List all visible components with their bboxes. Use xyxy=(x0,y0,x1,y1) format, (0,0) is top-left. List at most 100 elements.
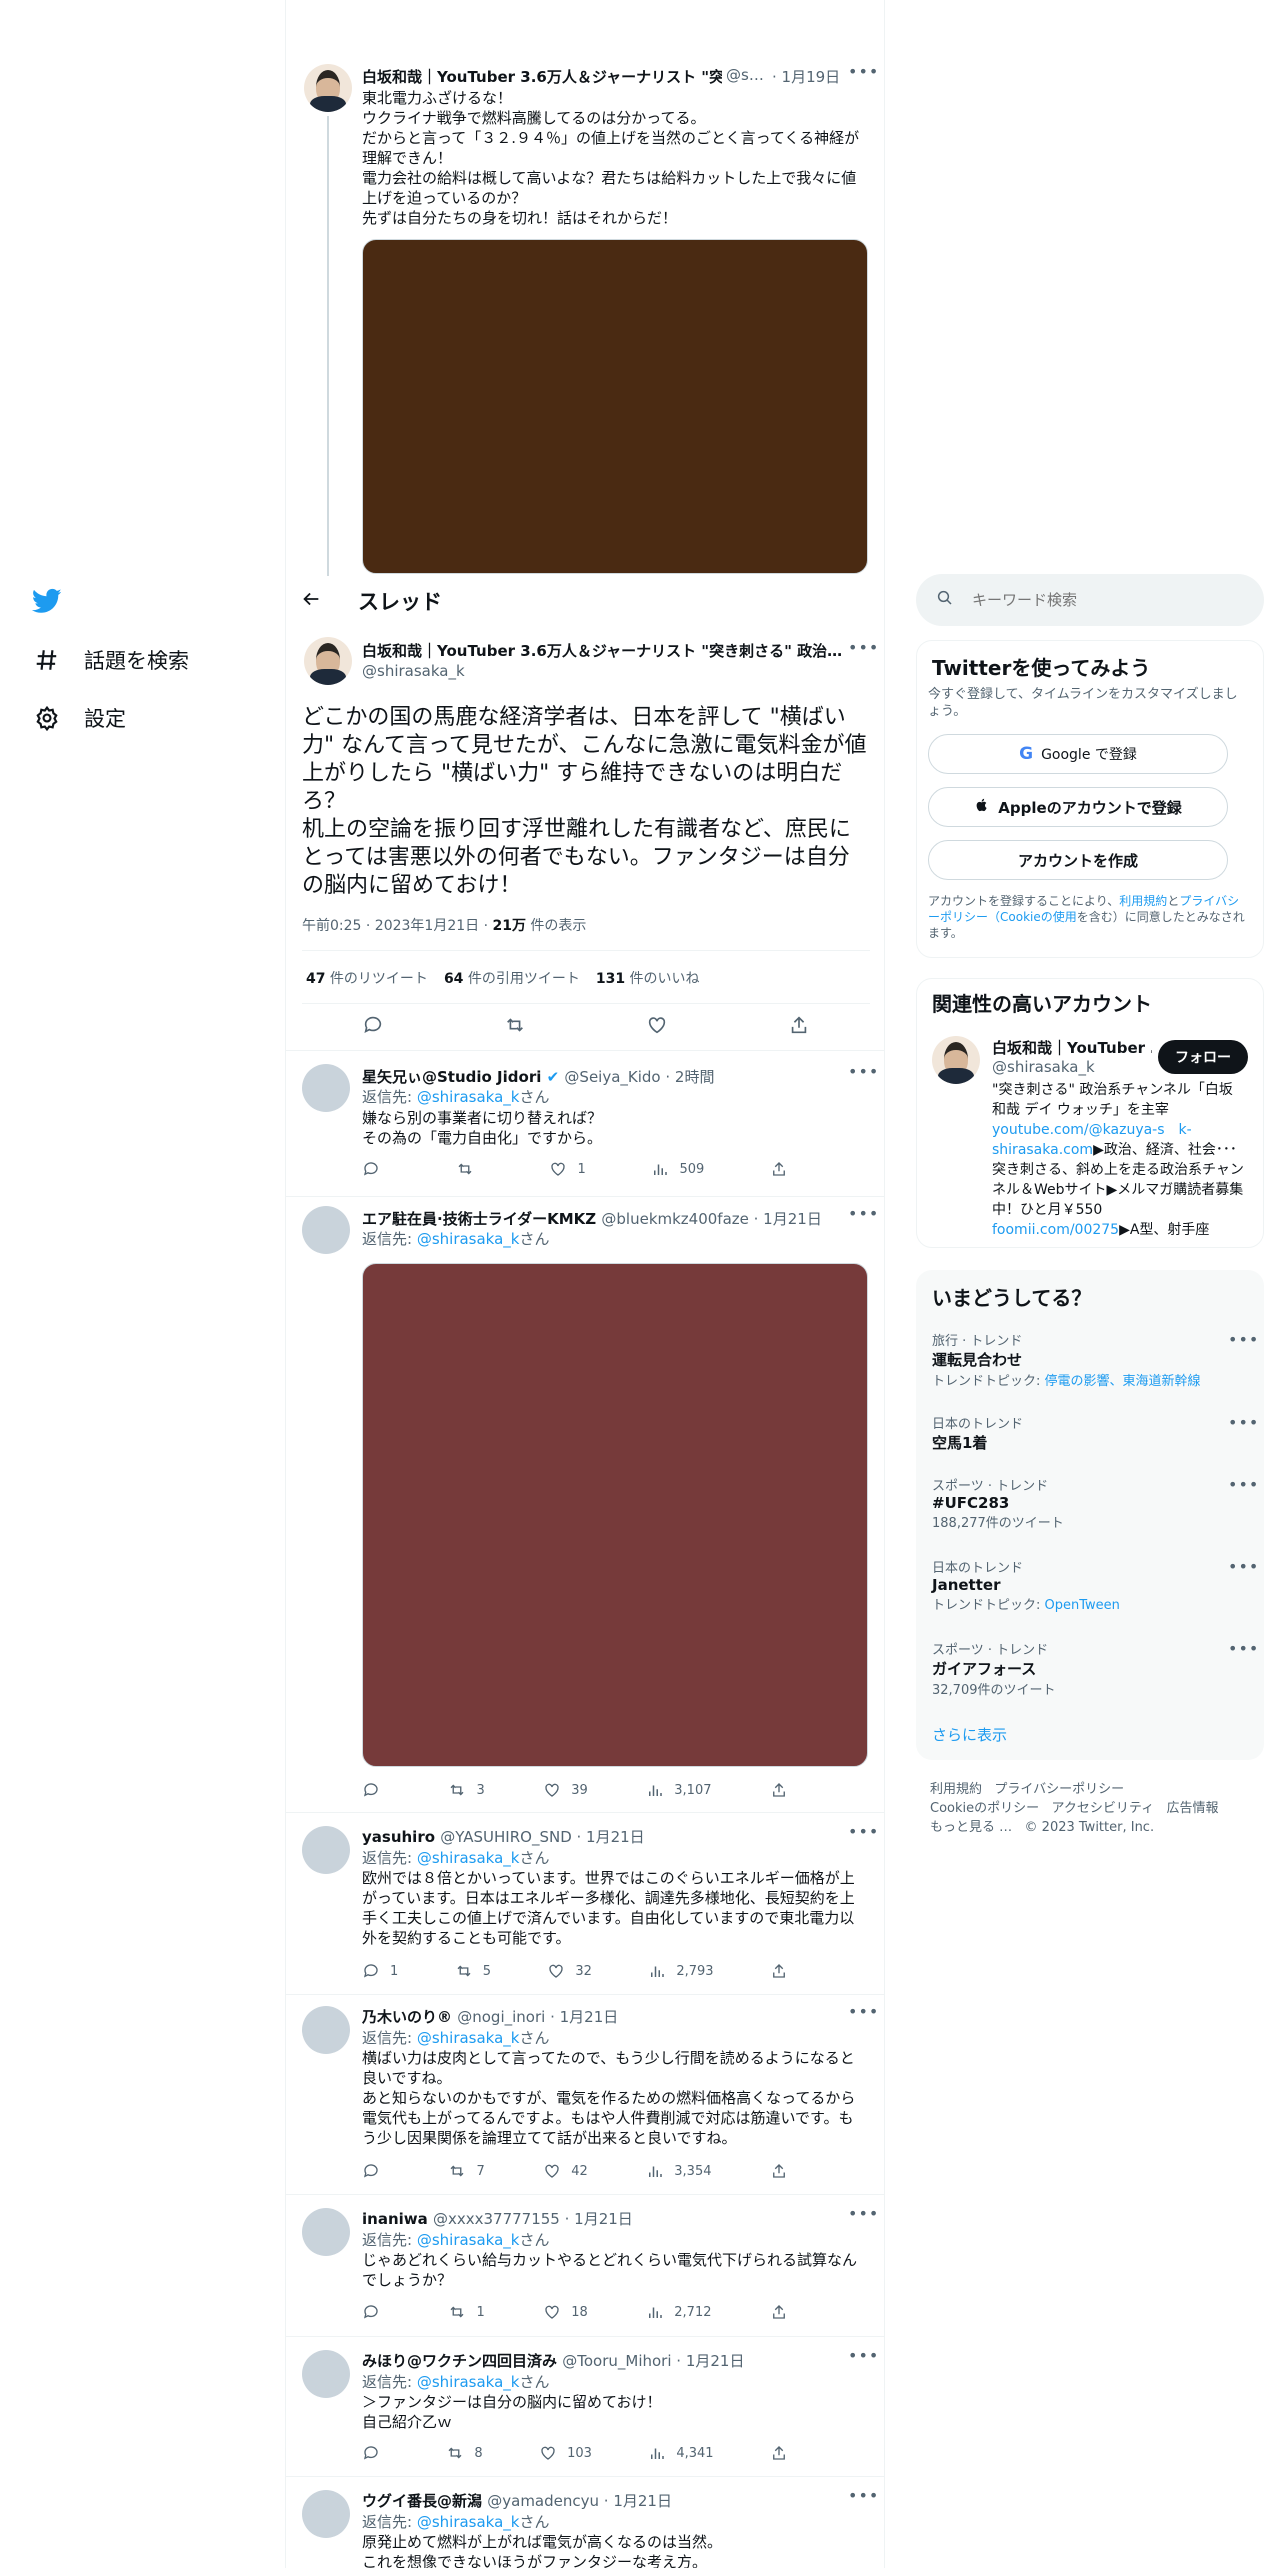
back-arrow-icon[interactable] xyxy=(300,588,326,614)
twitter-logo-icon[interactable] xyxy=(31,586,62,616)
retweet-button[interactable] xyxy=(456,1160,484,1178)
more-icon[interactable]: ••• xyxy=(848,2486,879,2505)
bio-link[interactable]: foomii.com/00275 xyxy=(992,1222,1119,1238)
tweet-author-handle[interactable]: @shirasaka_k xyxy=(362,662,465,680)
avatar[interactable] xyxy=(304,64,352,112)
footer-link[interactable]: 広告情報 xyxy=(1167,1801,1219,1816)
more-icon[interactable]: ••• xyxy=(1228,1557,1259,1576)
reply-media[interactable] xyxy=(362,1263,868,1767)
views-button[interactable]: 4,341 xyxy=(648,2444,714,2462)
terms-link[interactable]: 利用規約 xyxy=(1119,894,1167,908)
views-button[interactable]: 3,354 xyxy=(646,2162,712,2180)
reply-author-name[interactable]: yasuhiro @YASUHIRO_SND · 1月21日 xyxy=(362,1826,645,1847)
reply-to-link[interactable]: @shirasaka_k xyxy=(417,1088,520,1106)
like-button[interactable]: 103 xyxy=(539,2444,592,2462)
likes-stat[interactable]: 131 件のいいね xyxy=(596,968,700,988)
more-icon[interactable]: ••• xyxy=(1228,1475,1259,1494)
tweet-timestamp[interactable]: 午前0:25 · 2023年1月21日 · 21万 件の表示 xyxy=(302,915,586,935)
trend-item[interactable]: 旅行 · トレンド 運転見合わせ トレンドトピック: 停電の影響、東海道新幹線 xyxy=(932,1330,1252,1389)
tweet-media[interactable] xyxy=(362,239,868,574)
reply-icon[interactable] xyxy=(362,1014,384,1040)
more-icon[interactable]: ••• xyxy=(1228,1330,1259,1349)
share-icon[interactable] xyxy=(788,1014,810,1040)
reply-button[interactable] xyxy=(362,1160,390,1178)
views-button[interactable]: 509 xyxy=(651,1160,704,1178)
google-signup-button[interactable]: G Google で登録 xyxy=(928,734,1228,774)
share-button[interactable] xyxy=(770,1962,788,1980)
footer-link[interactable]: もっと見る … xyxy=(930,1820,1012,1835)
reply-button[interactable]: 1 xyxy=(362,1962,398,1980)
avatar[interactable] xyxy=(304,637,352,685)
reply-author-name[interactable]: 星矢兄ぃ@Studio Jidori ✔ @Seiya_Kido · 2時間 xyxy=(362,1066,714,1087)
tweet-author-handle[interactable]: @s… xyxy=(726,66,764,84)
more-icon[interactable]: ••• xyxy=(848,638,879,657)
reply-to-link[interactable]: @shirasaka_k xyxy=(417,2373,520,2391)
show-more-link[interactable]: さらに表示 xyxy=(932,1724,1007,1745)
share-button[interactable] xyxy=(770,1781,788,1799)
reply-author-name[interactable]: みほり@ワクチン四回目済み @Tooru_Mihori · 1月21日 xyxy=(362,2350,744,2371)
trend-topic-link[interactable]: 停電の影響、東海道新幹線 xyxy=(1045,1374,1201,1389)
like-button[interactable]: 18 xyxy=(543,2303,588,2321)
trend-item[interactable]: 日本のトレンド 空馬1着 xyxy=(932,1413,1252,1453)
nav-settings[interactable]: 設定 xyxy=(32,703,126,733)
reply-button[interactable] xyxy=(362,2303,390,2321)
views-button[interactable]: 3,107 xyxy=(646,1781,712,1799)
more-icon[interactable]: ••• xyxy=(848,1204,879,1223)
share-button[interactable] xyxy=(770,2162,788,2180)
like-button[interactable]: 42 xyxy=(543,2162,588,2180)
trend-item[interactable]: スポーツ · トレンド #UFC283 188,277件のツイート xyxy=(932,1475,1252,1531)
apple-signup-button[interactable]: Appleのアカウントで登録 xyxy=(928,787,1228,827)
reply-author-name[interactable]: ウグイ番長@新潟 @yamadencyu · 1月21日 xyxy=(362,2490,672,2511)
reply-to-link[interactable]: @shirasaka_k xyxy=(417,2513,520,2531)
more-icon[interactable]: ••• xyxy=(848,2204,879,2223)
footer-link[interactable]: アクセシビリティ xyxy=(1052,1801,1155,1816)
avatar[interactable] xyxy=(302,2490,350,2538)
like-button[interactable]: 39 xyxy=(543,1781,588,1799)
retweet-button[interactable]: 5 xyxy=(455,1962,491,1980)
trend-item[interactable]: スポーツ · トレンド ガイアフォース 32,709件のツイート xyxy=(932,1639,1252,1698)
reply-button[interactable] xyxy=(362,2162,390,2180)
retweets-stat[interactable]: 47 件のリツイート xyxy=(306,968,428,988)
reply-author-name[interactable]: 乃木いのり® @nogi_inori · 1月21日 xyxy=(362,2006,618,2027)
like-button[interactable]: 32 xyxy=(547,1962,592,1980)
reply-to-link[interactable]: @shirasaka_k xyxy=(417,1849,520,1867)
avatar[interactable] xyxy=(302,1064,350,1112)
trend-item[interactable]: 日本のトレンド Janetter トレンドトピック: OpenTween xyxy=(932,1557,1252,1613)
trend-topic-link[interactable]: OpenTween xyxy=(1045,1598,1120,1613)
footer-link[interactable]: 利用規約 xyxy=(930,1782,982,1797)
share-button[interactable] xyxy=(770,2444,788,2462)
share-button[interactable] xyxy=(770,1160,788,1178)
views-button[interactable]: 2,793 xyxy=(648,1962,714,1980)
reply-button[interactable] xyxy=(362,2444,390,2462)
more-icon[interactable]: ••• xyxy=(848,1822,879,1841)
retweet-button[interactable]: 8 xyxy=(446,2444,483,2462)
reply-author-name[interactable]: エア駐在員·技術士ライダーKMKZ @bluekmkz400faze · 1月2… xyxy=(362,1208,822,1229)
more-icon[interactable]: ••• xyxy=(848,62,879,81)
create-account-button[interactable]: アカウントを作成 xyxy=(928,840,1228,880)
retweet-button[interactable]: 1 xyxy=(448,2303,485,2321)
quotes-stat[interactable]: 64 件の引用ツイート xyxy=(444,968,580,988)
reply-to-link[interactable]: @shirasaka_k xyxy=(417,1230,520,1248)
avatar[interactable] xyxy=(302,2006,350,2054)
share-button[interactable] xyxy=(770,2303,788,2321)
reply-button[interactable] xyxy=(362,1781,390,1799)
avatar[interactable] xyxy=(302,1826,350,1874)
more-icon[interactable]: ••• xyxy=(1228,1413,1259,1432)
relevant-account-name[interactable]: 白坂和哉｜YouTuber … xyxy=(992,1037,1152,1058)
reply-author-name[interactable]: inaniwa @xxxx37777155 · 1月21日 xyxy=(362,2208,633,2229)
reply-to-link[interactable]: @shirasaka_k xyxy=(417,2029,520,2047)
views-button[interactable]: 2,712 xyxy=(646,2303,712,2321)
relevant-account-handle[interactable]: @shirasaka_k xyxy=(992,1058,1095,1076)
search-input[interactable] xyxy=(972,591,1232,609)
follow-button[interactable]: フォロー xyxy=(1158,1040,1248,1074)
avatar[interactable] xyxy=(932,1036,980,1084)
avatar[interactable] xyxy=(302,2208,350,2256)
tweet-author-name[interactable]: 白坂和哉｜YouTuber 3.6万人＆ジャーナリスト "突き刺さる" 政治… xyxy=(362,640,842,661)
retweet-icon[interactable] xyxy=(504,1014,526,1040)
reply-to-link[interactable]: @shirasaka_k xyxy=(417,2231,520,2249)
more-icon[interactable]: ••• xyxy=(848,1062,879,1081)
like-button[interactable]: 1 xyxy=(549,1160,586,1178)
avatar[interactable] xyxy=(302,1206,350,1254)
more-icon[interactable]: ••• xyxy=(1228,1639,1259,1658)
nav-explore[interactable]: 話題を検索 xyxy=(32,645,189,675)
